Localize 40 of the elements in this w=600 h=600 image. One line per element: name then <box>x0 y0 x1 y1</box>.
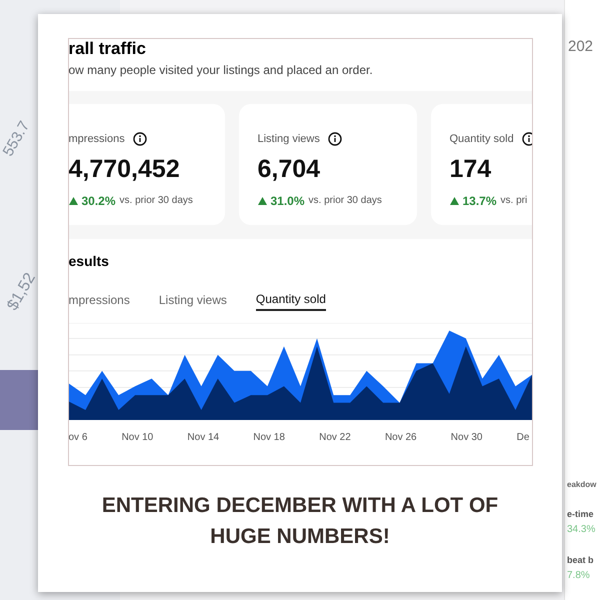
background-label: e-time <box>567 508 595 521</box>
stat-note: vs. pri <box>500 194 528 208</box>
background-bar <box>0 370 40 430</box>
axis-label: Nov 26 <box>384 431 417 445</box>
caption: ENTERING DECEMBER WITH A LOT OF HUGE NUMBERS! <box>100 493 500 550</box>
stat-change: 30.2% <box>82 192 116 210</box>
tab[interactable]: mpressions <box>68 290 130 311</box>
up-triangle-icon <box>450 196 458 204</box>
stat-value: 4,770,452 <box>68 154 181 184</box>
stat-label: mpressions <box>68 132 125 147</box>
background-label: beat b <box>567 554 594 567</box>
tab[interactable]: Quantity sold <box>256 290 326 311</box>
axis-label: Nov 14 <box>187 431 220 445</box>
info-icon[interactable] <box>328 132 342 146</box>
background-heading: eakdow <box>567 479 596 491</box>
up-triangle-icon <box>68 196 78 204</box>
stat-label: Quantity sold <box>450 132 514 147</box>
background-value: 7.8% <box>567 568 591 582</box>
stat-change: 31.0% <box>270 192 305 210</box>
stat-note: vs. prior 30 days <box>308 194 382 208</box>
background-year: 202 <box>568 37 594 57</box>
stat-value: 6,704 <box>258 154 322 184</box>
axis-label: Nov 10 <box>122 431 154 445</box>
axis-label: Nov 22 <box>319 431 351 445</box>
tab[interactable]: Listing views <box>158 290 227 311</box>
info-icon[interactable] <box>522 132 532 146</box>
page-subtitle: ow many people visited your listings and placed an order. <box>68 62 374 79</box>
stat-note: vs. prior 30 days <box>120 194 193 208</box>
up-triangle-icon <box>258 196 266 204</box>
results-title: esults <box>68 252 110 271</box>
axis-label: De <box>516 431 530 445</box>
page-title: rall traffic <box>68 39 147 59</box>
background-value: 34.3% <box>567 522 596 536</box>
stat-change: 13.7% <box>462 192 497 210</box>
axis-label: ov 6 <box>68 431 88 445</box>
axis-label: Nov 30 <box>450 431 482 445</box>
stat-label: Listing views <box>258 132 320 147</box>
info-icon[interactable] <box>132 132 147 146</box>
stat-value: 174 <box>450 154 492 184</box>
axis-label: Nov 18 <box>253 431 285 445</box>
